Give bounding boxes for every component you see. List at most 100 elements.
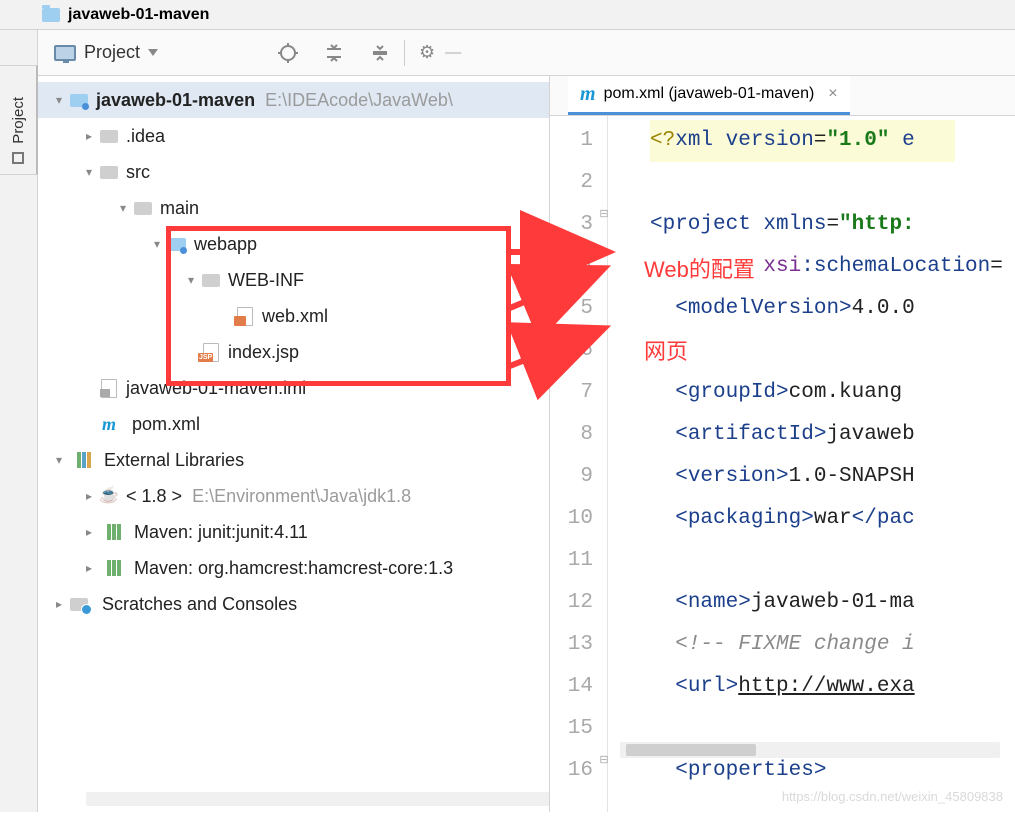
chevron-down-icon[interactable]: ▾ bbox=[148, 235, 166, 253]
tree-item-label: WEB-INF bbox=[228, 262, 304, 298]
jsp-file-icon bbox=[200, 343, 222, 361]
project-tree[interactable]: ▾ javaweb-01-maven E:\IDEAcode\JavaWeb\ … bbox=[38, 76, 549, 622]
line-number: 4 bbox=[550, 246, 593, 288]
tree-item-label: webapp bbox=[194, 226, 257, 262]
folder-icon bbox=[98, 127, 120, 145]
line-number: 7 bbox=[550, 372, 593, 414]
line-number: 8 bbox=[550, 414, 593, 456]
chevron-right-icon[interactable]: ▸ bbox=[80, 487, 98, 505]
tree-indexjsp[interactable]: index.jsp bbox=[38, 334, 549, 370]
project-view-label: Project bbox=[84, 42, 140, 63]
maven-icon: m bbox=[98, 415, 120, 433]
project-tool-icon bbox=[12, 152, 24, 164]
libraries-icon bbox=[68, 451, 90, 469]
tree-item-label: Maven: org.hamcrest:hamcrest-core:1.3 bbox=[134, 550, 453, 586]
chevron-down-icon[interactable]: ▾ bbox=[182, 271, 200, 289]
tree-src[interactable]: ▾ src bbox=[38, 154, 549, 190]
tree-scratches[interactable]: ▸ Scratches and Consoles bbox=[38, 586, 549, 622]
gear-icon[interactable]: ⚙ bbox=[419, 42, 435, 63]
chevron-down-icon[interactable]: ▾ bbox=[50, 91, 68, 109]
tree-webapp[interactable]: ▾ webapp bbox=[38, 226, 549, 262]
tree-item-label: javaweb-01-maven.iml bbox=[126, 370, 306, 406]
line-number: 16 bbox=[550, 750, 593, 792]
project-tool-tab[interactable]: Project bbox=[0, 65, 38, 175]
tree-item-label: index.jsp bbox=[228, 334, 299, 370]
hide-panel-icon[interactable]: — bbox=[445, 44, 461, 62]
editor-tab-pom[interactable]: m pom.xml (javaweb-01-maven) × bbox=[568, 76, 850, 115]
tree-root-path: E:\IDEAcode\JavaWeb\ bbox=[265, 82, 453, 118]
tree-iml[interactable]: javaweb-01-maven.iml bbox=[38, 370, 549, 406]
tree-idea[interactable]: ▸ .idea bbox=[38, 118, 549, 154]
chevron-down-icon[interactable]: ▾ bbox=[50, 451, 68, 469]
chevron-right-icon[interactable]: ▸ bbox=[50, 595, 68, 613]
line-number: 13 bbox=[550, 624, 593, 666]
line-number: 10 bbox=[550, 498, 593, 540]
editor-tabs: m pom.xml (javaweb-01-maven) × bbox=[550, 76, 1015, 116]
scratches-icon bbox=[68, 595, 90, 613]
line-number: 14 bbox=[550, 666, 593, 708]
tree-main[interactable]: ▾ main bbox=[38, 190, 549, 226]
window-title: javaweb-01-maven bbox=[68, 6, 209, 24]
folder-icon bbox=[98, 163, 120, 181]
library-icon bbox=[98, 559, 120, 577]
module-folder-icon bbox=[68, 91, 90, 109]
editor-horizontal-scrollbar[interactable] bbox=[620, 742, 1000, 758]
folder-icon bbox=[42, 8, 60, 22]
folder-icon bbox=[200, 271, 222, 289]
project-tool-tab-label: Project bbox=[10, 97, 27, 144]
watermark: https://blog.csdn.net/weixin_45809838 bbox=[782, 789, 1003, 804]
project-view-dropdown[interactable]: Project bbox=[54, 42, 158, 63]
tree-root-name: javaweb-01-maven bbox=[96, 82, 255, 118]
chevron-down-icon[interactable]: ▾ bbox=[114, 199, 132, 217]
tree-item-label: External Libraries bbox=[104, 442, 244, 478]
maven-icon: m bbox=[580, 83, 596, 106]
tree-mvn-hamcrest[interactable]: ▸ Maven: org.hamcrest:hamcrest-core:1.3 bbox=[38, 550, 549, 586]
toolbar-divider bbox=[404, 40, 405, 66]
line-number: 6 bbox=[550, 330, 593, 372]
tree-root[interactable]: ▾ javaweb-01-maven E:\IDEAcode\JavaWeb\ bbox=[38, 82, 549, 118]
chevron-down-icon[interactable]: ▾ bbox=[80, 163, 98, 181]
folder-icon bbox=[132, 199, 154, 217]
expand-all-icon[interactable] bbox=[324, 43, 344, 63]
title-bar: javaweb-01-maven bbox=[0, 0, 1015, 30]
line-number: 11 bbox=[550, 540, 593, 582]
tree-webxml[interactable]: web.xml bbox=[38, 298, 549, 334]
collapse-all-icon[interactable] bbox=[370, 43, 390, 63]
line-number: 12 bbox=[550, 582, 593, 624]
tree-item-label: src bbox=[126, 154, 150, 190]
toolbar-icons bbox=[278, 43, 390, 63]
tree-pom[interactable]: m pom.xml bbox=[38, 406, 549, 442]
line-number: 1 bbox=[550, 120, 593, 162]
tree-item-label: web.xml bbox=[262, 298, 328, 334]
code-editor[interactable]: 1 2 3 4 5 6 7 8 9 10 11 12 13 14 15 16 ⊟… bbox=[550, 116, 1015, 812]
left-tool-rail: Project bbox=[0, 30, 38, 812]
jdk-icon bbox=[98, 487, 120, 505]
chevron-right-icon[interactable]: ▸ bbox=[80, 523, 98, 541]
close-tab-icon[interactable]: × bbox=[828, 85, 837, 103]
tree-item-label: < 1.8 > bbox=[126, 478, 182, 514]
gutter: 1 2 3 4 5 6 7 8 9 10 11 12 13 14 15 16 ⊟… bbox=[550, 116, 608, 812]
tree-item-label: Maven: junit:junit:4.11 bbox=[134, 514, 308, 550]
tree-item-label: pom.xml bbox=[132, 406, 200, 442]
line-number: 2 bbox=[550, 162, 593, 204]
code-content[interactable]: <?xml version="1.0" e <project xmlns="ht… bbox=[608, 116, 1015, 812]
tree-item-label: .idea bbox=[126, 118, 165, 154]
tree-jdk[interactable]: ▸ < 1.8 > E:\Environment\Java\jdk1.8 bbox=[38, 478, 549, 514]
line-number: 5 bbox=[550, 288, 593, 330]
project-toolbar: Project ⚙ — bbox=[38, 30, 1015, 76]
tree-item-label: main bbox=[160, 190, 199, 226]
line-number: 9 bbox=[550, 456, 593, 498]
locate-icon[interactable] bbox=[278, 43, 298, 63]
horizontal-scrollbar[interactable] bbox=[86, 792, 550, 806]
chevron-right-icon[interactable]: ▸ bbox=[80, 559, 98, 577]
line-number: 3 bbox=[550, 204, 593, 246]
iml-file-icon bbox=[98, 379, 120, 397]
tree-mvn-junit[interactable]: ▸ Maven: junit:junit:4.11 bbox=[38, 514, 549, 550]
xml-file-icon bbox=[234, 307, 256, 325]
project-panel: ▾ javaweb-01-maven E:\IDEAcode\JavaWeb\ … bbox=[38, 76, 550, 812]
tree-ext-libs[interactable]: ▾ External Libraries bbox=[38, 442, 549, 478]
project-view-icon bbox=[54, 45, 76, 61]
editor-panel: m pom.xml (javaweb-01-maven) × 1 2 3 4 5… bbox=[550, 76, 1015, 812]
chevron-right-icon[interactable]: ▸ bbox=[80, 127, 98, 145]
tree-webinf[interactable]: ▾ WEB-INF bbox=[38, 262, 549, 298]
